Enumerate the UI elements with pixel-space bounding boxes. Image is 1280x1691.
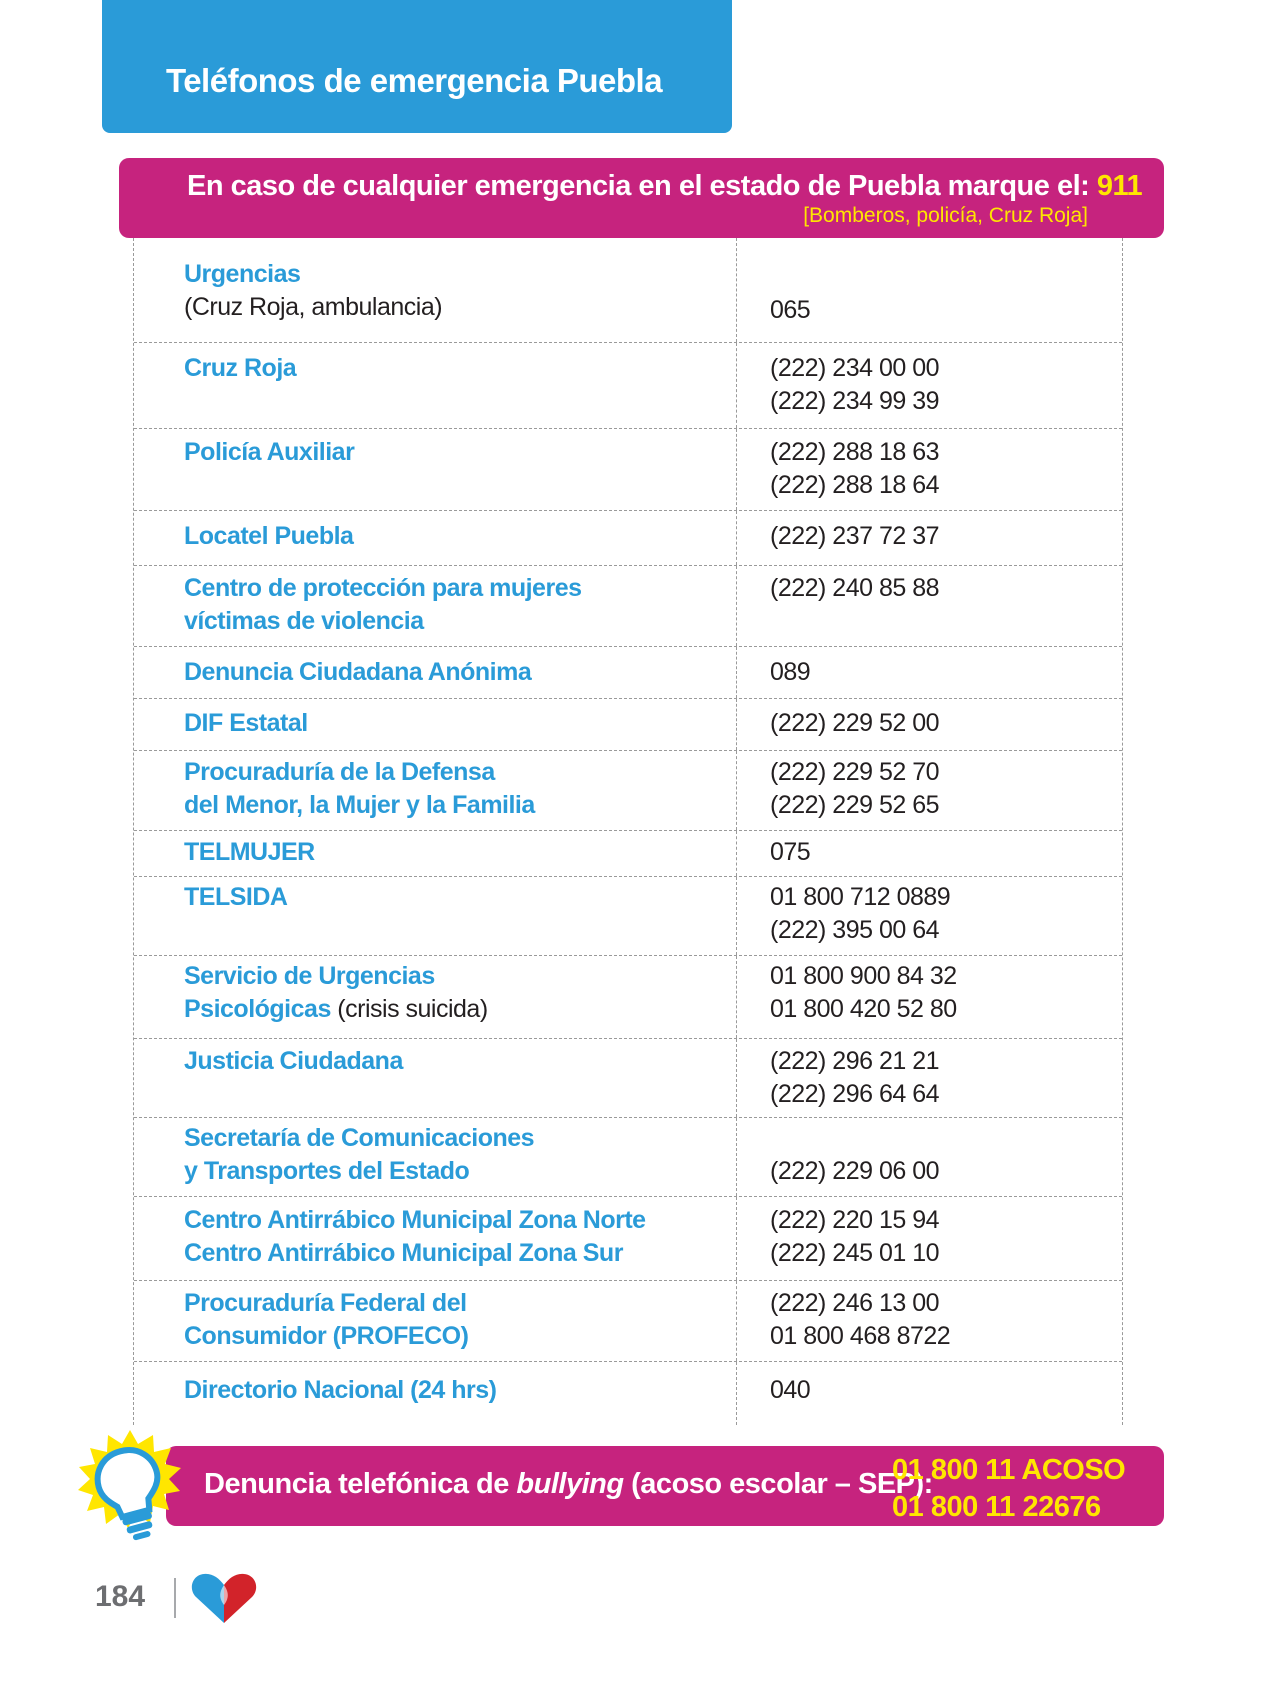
table-row: Justicia Ciudadana (222) 296 21 21 (222)… (134, 1039, 1122, 1118)
service-name: Procuraduría Federal del Consumidor (PRO… (184, 1289, 469, 1350)
service-name: Locatel Puebla (184, 522, 354, 550)
service-name: Secretaría de Comunicaciones y Transport… (184, 1124, 535, 1185)
service-name: TELSIDA (184, 883, 288, 911)
service-phone: (222) 296 21 21 (222) 296 64 64 (770, 1047, 940, 1108)
table-row: Locatel Puebla (222) 237 72 37 (134, 511, 1122, 566)
emergency-banner-label: En caso de cualquier emergencia en el es… (187, 170, 1097, 202)
emergency-banner-text: En caso de cualquier emergencia en el es… (187, 170, 1143, 203)
lightbulb-icon (78, 1430, 181, 1541)
service-name: Justicia Ciudadana (184, 1047, 403, 1075)
table-row: Secretaría de Comunicaciones y Transport… (134, 1118, 1122, 1197)
service-phone: (222) 220 15 94 (222) 245 01 10 (770, 1206, 940, 1267)
bullying-banner: Denuncia telefónica de bullying (acoso e… (166, 1446, 1164, 1526)
service-name: Servicio de Urgencias Psicológicas (cris… (184, 962, 488, 1023)
service-phone: 075 (770, 838, 811, 866)
table-row: TELSIDA 01 800 712 0889 (222) 395 00 64 (134, 877, 1122, 956)
table-row: Procuraduría de la Defensa del Menor, la… (134, 751, 1122, 831)
emergency-banner: En caso de cualquier emergencia en el es… (119, 158, 1164, 238)
service-phone: (222) 229 52 00 (770, 709, 940, 737)
bullying-number-2: 01 800 11 22676 (892, 1491, 1101, 1523)
service-name: Denuncia Ciudadana Anónima (184, 658, 532, 686)
table-row: Directorio Nacional (24 hrs) 040 (134, 1362, 1122, 1425)
table-row: TELMUJER 075 (134, 831, 1122, 877)
service-phone: (222) 229 52 70 (222) 229 52 65 (770, 758, 940, 819)
heart-logo-icon (191, 1573, 257, 1623)
service-phone: (222) 234 00 00 (222) 234 99 39 (770, 354, 940, 415)
emergency-number: 911 (1096, 170, 1143, 202)
table-row: Procuraduría Federal del Consumidor (PRO… (134, 1281, 1122, 1362)
service-phone: 040 (770, 1376, 811, 1404)
table-row: Centro Antirrábico Municipal Zona Norte … (134, 1197, 1122, 1281)
service-name: Policía Auxiliar (184, 438, 355, 466)
table-row: Servicio de Urgencias Psicológicas (cris… (134, 956, 1122, 1039)
page-number: 184 (95, 1580, 146, 1613)
service-phone: 01 800 712 0889 (222) 395 00 64 (770, 883, 951, 944)
page-title: Teléfonos de emergencia Puebla (166, 62, 663, 99)
service-phone: 01 800 900 84 32 01 800 420 52 80 (770, 962, 957, 1023)
service-phone: 089 (770, 658, 811, 686)
service-name: TELMUJER (184, 838, 315, 866)
table-row: Urgencias (Cruz Roja, ambulancia) 065 (134, 238, 1122, 343)
service-name: Directorio Nacional (24 hrs) (184, 1376, 497, 1404)
service-name: Cruz Roja (184, 354, 297, 382)
service-name: Centro Antirrábico Municipal Zona Norte … (184, 1206, 646, 1267)
table-row: Denuncia Ciudadana Anónima 089 (134, 647, 1122, 699)
service-phone: (222) 237 72 37 (770, 522, 940, 550)
service-name: Urgencias (Cruz Roja, ambulancia) (184, 260, 443, 321)
service-phone: (222) 246 13 00 01 800 468 8722 (770, 1289, 951, 1350)
bullying-numbers: 01 800 11 ACOSO 01 800 11 22676 (892, 1452, 1126, 1526)
emergency-banner-subtext: [Bomberos, policía, Cruz Roja] (803, 204, 1088, 227)
phone-directory-table: Urgencias (Cruz Roja, ambulancia) 065 Cr… (133, 238, 1123, 1425)
table-row: Centro de protección para mujeres víctim… (134, 566, 1122, 647)
service-name: DIF Estatal (184, 709, 308, 737)
bullying-number-1: 01 800 11 ACOSO (892, 1454, 1126, 1486)
bullying-banner-label: Denuncia telefónica de bullying (acoso e… (204, 1468, 933, 1500)
service-phone: (222) 240 85 88 (770, 574, 940, 602)
service-phone: (222) 288 18 63 (222) 288 18 64 (770, 438, 940, 499)
table-row: Cruz Roja (222) 234 00 00 (222) 234 99 3… (134, 343, 1122, 429)
service-phone: 065 (770, 296, 811, 324)
table-row: DIF Estatal (222) 229 52 00 (134, 699, 1122, 751)
service-phone: (222) 229 06 00 (770, 1157, 940, 1185)
service-name: Procuraduría de la Defensa del Menor, la… (184, 758, 535, 819)
table-row: Policía Auxiliar (222) 288 18 63 (222) 2… (134, 429, 1122, 511)
footer-divider (174, 1578, 176, 1618)
service-name: Centro de protección para mujeres víctim… (184, 574, 582, 635)
title-box: Teléfonos de emergencia Puebla (102, 0, 732, 133)
